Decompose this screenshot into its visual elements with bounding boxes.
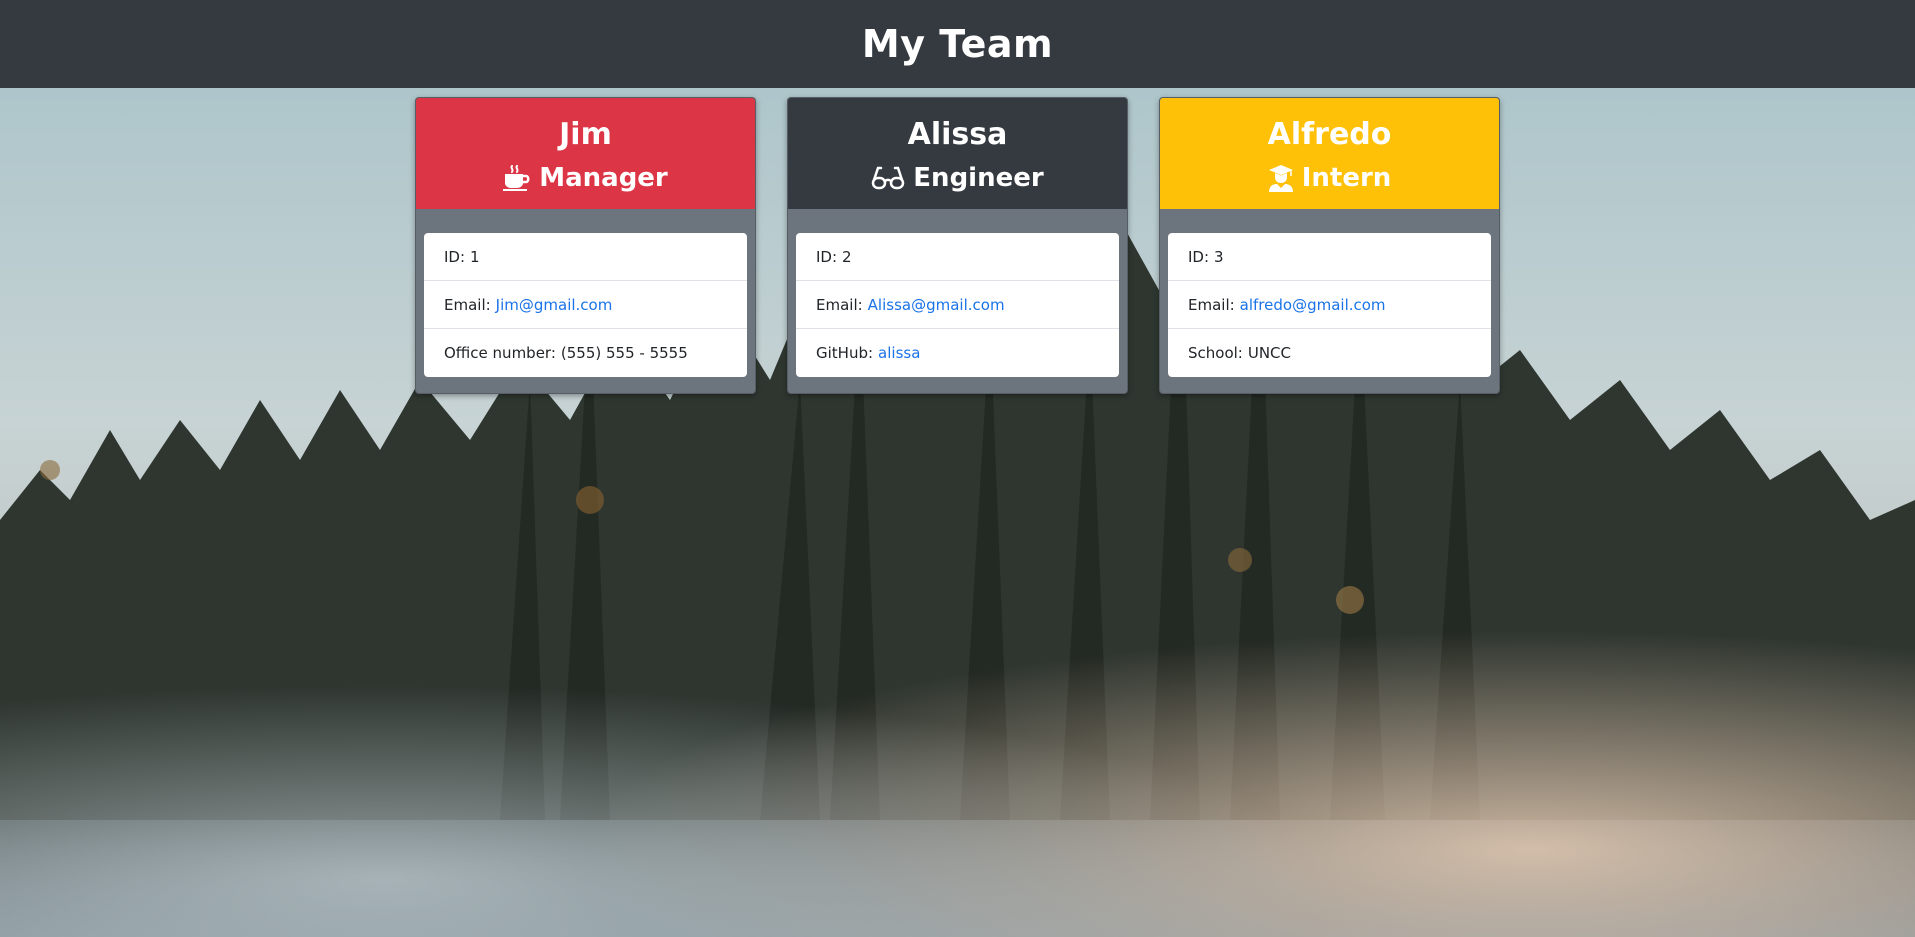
employee-name: Alissa <box>907 116 1008 152</box>
glasses-icon <box>871 166 905 190</box>
role-label: Engineer <box>913 162 1044 193</box>
card-body: ID: 2 Email: Alissa@gmail.com GitHub: al… <box>788 209 1127 393</box>
list-item-email: Email: alfredo@gmail.com <box>1168 281 1491 329</box>
email-label: Email: <box>816 295 863 314</box>
list-item-school: School: UNCC <box>1168 329 1491 377</box>
page-title: My Team <box>861 22 1054 66</box>
employee-role: Intern <box>1268 160 1392 196</box>
list-item-email: Email: Jim@gmail.com <box>424 281 747 329</box>
card-body: ID: 3 Email: alfredo@gmail.com School: U… <box>1160 209 1499 393</box>
id-label: ID: <box>444 247 466 266</box>
info-list: ID: 2 Email: Alissa@gmail.com GitHub: al… <box>796 233 1119 377</box>
list-item-id: ID: 2 <box>796 233 1119 281</box>
github-label: GitHub: <box>816 344 874 362</box>
employee-role: Manager <box>503 160 668 196</box>
employee-name: Alfredo <box>1267 116 1392 152</box>
id-value: 2 <box>842 247 852 266</box>
id-value: 3 <box>1214 247 1224 266</box>
github-link[interactable]: alissa <box>878 344 920 362</box>
school-value: UNCC <box>1247 344 1292 362</box>
employee-card-engineer: Alissa Engineer ID: 2 Email: Alissa@gmai… <box>787 97 1128 394</box>
card-header: Alissa Engineer <box>788 98 1127 209</box>
list-item-id: ID: 1 <box>424 233 747 281</box>
info-list: ID: 1 Email: Jim@gmail.com Office number… <box>424 233 747 377</box>
office-number-label: Office number: <box>444 344 556 362</box>
email-link[interactable]: Alissa@gmail.com <box>868 296 1005 314</box>
email-link[interactable]: Jim@gmail.com <box>496 296 613 314</box>
role-label: Manager <box>539 162 668 193</box>
office-number-value: (555) 555 - 5555 <box>560 344 688 362</box>
card-header: Alfredo Intern <box>1160 98 1499 209</box>
email-link[interactable]: alfredo@gmail.com <box>1240 296 1386 314</box>
info-list: ID: 3 Email: alfredo@gmail.com School: U… <box>1168 233 1491 377</box>
id-value: 1 <box>470 247 480 266</box>
email-label: Email: <box>1188 295 1235 314</box>
list-item-github: GitHub: alissa <box>796 329 1119 377</box>
email-label: Email: <box>444 295 491 314</box>
employee-card-intern: Alfredo Intern ID: 3 Email: alfredo@gmai… <box>1159 97 1500 394</box>
navbar: My Team <box>0 0 1915 88</box>
list-item-email: Email: Alissa@gmail.com <box>796 281 1119 329</box>
graduate-icon <box>1268 164 1294 192</box>
employee-name: Jim <box>559 116 612 152</box>
id-label: ID: <box>816 247 838 266</box>
card-body: ID: 1 Email: Jim@gmail.com Office number… <box>416 209 755 393</box>
team-cards: Jim Manager ID: 1 Email: Jim@gmail.com O… <box>415 97 1500 394</box>
role-label: Intern <box>1301 162 1392 193</box>
id-label: ID: <box>1188 247 1210 266</box>
list-item-id: ID: 3 <box>1168 233 1491 281</box>
employee-card-manager: Jim Manager ID: 1 Email: Jim@gmail.com O… <box>415 97 756 394</box>
school-label: School: <box>1188 344 1243 362</box>
employee-role: Engineer <box>871 160 1044 196</box>
card-header: Jim Manager <box>416 98 755 209</box>
coffee-icon <box>503 164 531 191</box>
list-item-office-number: Office number: (555) 555 - 5555 <box>424 329 747 377</box>
